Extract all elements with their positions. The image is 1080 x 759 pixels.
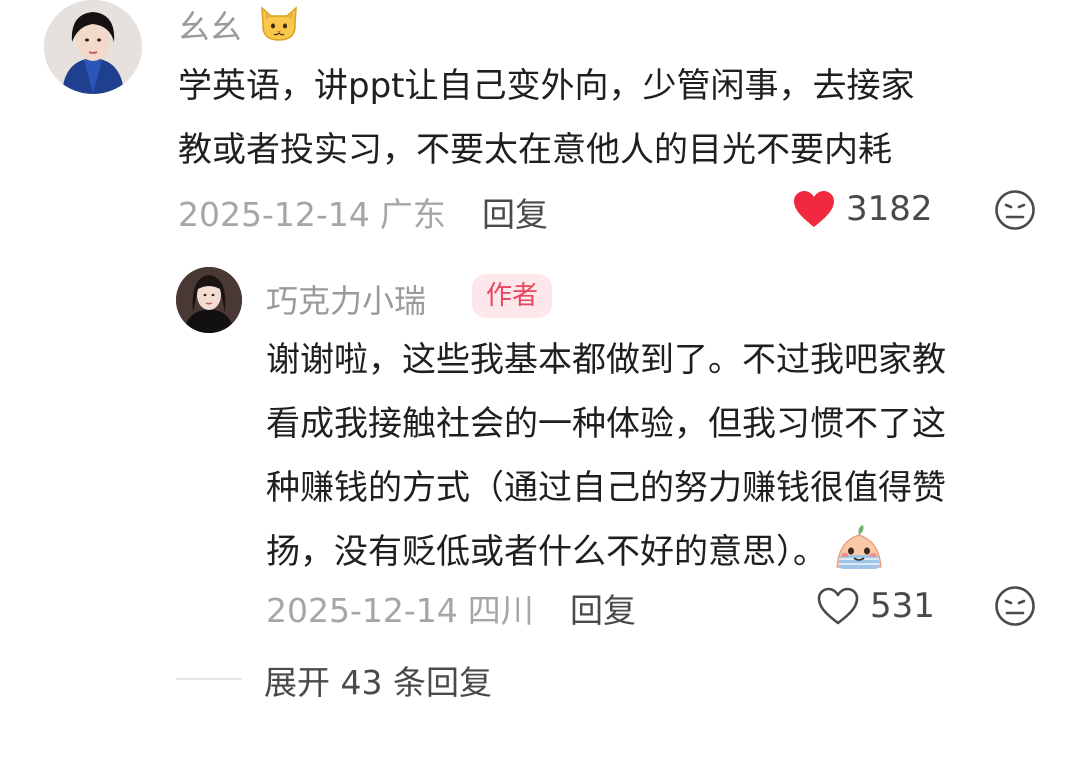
reply-date: 2025-12-14 bbox=[266, 591, 458, 630]
blushing-face-icon bbox=[833, 521, 885, 573]
expand-divider bbox=[176, 678, 242, 680]
comment-text: 学英语，讲ppt让自己变外向，少管闲事，去接家 教或者投实习，不要太在意他人的目… bbox=[178, 54, 915, 182]
avatar-photo bbox=[176, 267, 242, 333]
heart-filled-icon bbox=[794, 191, 834, 227]
reply-button[interactable]: 回复 bbox=[570, 584, 636, 632]
avatar-photo bbox=[44, 0, 142, 94]
cat-face-icon bbox=[261, 6, 297, 41]
reply-meta: 2025-12-14 四川 bbox=[266, 584, 534, 632]
comment-username[interactable]: 幺幺 bbox=[178, 2, 242, 48]
reply-region: 四川 bbox=[467, 591, 534, 630]
comment-date: 2025-12-14 bbox=[178, 195, 370, 234]
comment-region: 广东 bbox=[379, 195, 446, 234]
reply-text: 谢谢啦，这些我基本都做到了。不过我吧家教 看成我接触社会的一种体验，但我习惯不了… bbox=[266, 328, 946, 584]
like-button[interactable]: 3182 bbox=[792, 186, 933, 232]
dislike-face-icon[interactable] bbox=[994, 585, 1036, 627]
avatar[interactable] bbox=[44, 0, 142, 94]
reply-text-line: 谢谢啦，这些我基本都做到了。不过我吧家教 bbox=[266, 340, 946, 380]
dislike-face-icon[interactable] bbox=[994, 189, 1036, 231]
comment-meta: 2025-12-14 广东 bbox=[178, 188, 446, 236]
reply-username[interactable]: 巧克力小瑞 bbox=[266, 276, 426, 322]
comment-text-line: 学英语，讲ppt让自己变外向，少管闲事，去接家 bbox=[178, 66, 915, 106]
reply-button[interactable]: 回复 bbox=[482, 188, 548, 236]
avatar[interactable] bbox=[176, 267, 242, 333]
comment-text-line: 教或者投实习，不要太在意他人的目光不要内耗 bbox=[178, 130, 892, 170]
like-count: 531 bbox=[870, 586, 935, 626]
reply-text-line: 看成我接触社会的一种体验，但我习惯不了这 bbox=[266, 404, 946, 444]
author-badge: 作者 bbox=[472, 274, 553, 318]
like-count: 3182 bbox=[846, 189, 933, 229]
reply-text-line: 扬，没有贬低或者什么不好的意思）。 bbox=[266, 520, 946, 584]
expand-replies-button[interactable]: 展开 43 条回复 bbox=[264, 656, 492, 704]
reply-text-line: 种赚钱的方式（通过自己的努力赚钱很值得赞 bbox=[266, 468, 946, 508]
like-button[interactable]: 531 bbox=[816, 583, 935, 629]
reply-text-line-content: 扬，没有贬低或者什么不好的意思）。 bbox=[266, 532, 827, 572]
heart-outline-icon bbox=[817, 587, 859, 625]
